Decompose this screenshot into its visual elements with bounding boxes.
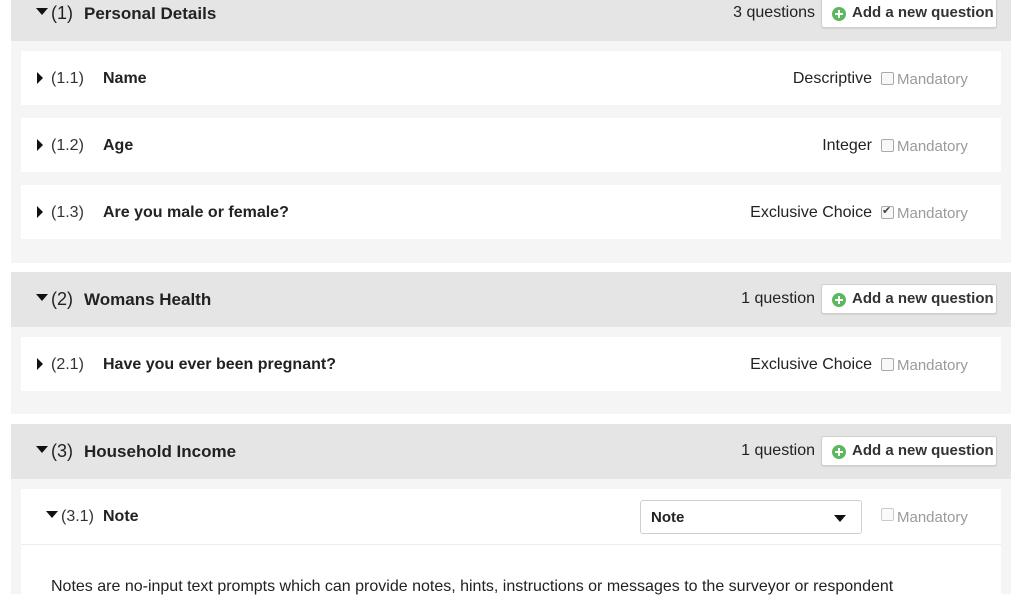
expand-caret-icon[interactable] (37, 206, 43, 218)
section-title: Household Income (84, 442, 237, 461)
question-row[interactable]: (1.2) Age Integer Mandatory (21, 118, 1001, 172)
mandatory-label: Mandatory (897, 138, 968, 155)
question-count: 1 question (741, 290, 815, 307)
question-row[interactable]: (1.1) Name Descriptive Mandatory (21, 51, 1001, 105)
question-type-selected: Note (651, 509, 685, 526)
question-count: 3 questions (733, 4, 815, 21)
mandatory-label: Mandatory (897, 357, 968, 374)
question-type: Exclusive Choice (750, 356, 872, 373)
question-title: Age (103, 137, 134, 154)
question-number: (3.1) (61, 508, 94, 525)
question-title: Are you male or female? (103, 204, 289, 221)
question-number: (1.2) (51, 137, 84, 154)
add-question-label: Add a new question (852, 4, 994, 21)
section-title: Womans Health (84, 290, 212, 309)
mandatory-label: Mandatory (897, 509, 968, 526)
collapse-caret-icon[interactable] (36, 446, 48, 453)
question-number: (1.1) (51, 70, 84, 87)
chevron-down-icon (834, 515, 846, 522)
section-header[interactable]: (1) Personal Details 3 questions Add a n… (11, 0, 1011, 41)
section-household-income: (3) Household Income 1 question Add a ne… (11, 424, 1011, 595)
mandatory-label: Mandatory (897, 71, 968, 88)
mandatory-checkbox[interactable] (881, 139, 894, 152)
question-number: (1.3) (51, 204, 84, 221)
section-header[interactable]: (3) Household Income 1 question Add a ne… (11, 424, 1011, 479)
question-title: Name (103, 70, 147, 87)
plus-circle-icon (832, 7, 846, 21)
add-question-label: Add a new question (852, 290, 994, 307)
plus-circle-icon (832, 445, 846, 459)
question-title: Note (103, 508, 139, 525)
section-womans-health: (2) Womans Health 1 question Add a new q… (11, 272, 1011, 414)
expand-caret-icon[interactable] (37, 358, 43, 370)
expand-caret-icon[interactable] (37, 139, 43, 151)
note-description: Notes are no-input text prompts which ca… (51, 578, 894, 595)
question-row[interactable]: (1.3) Are you male or female? Exclusive … (21, 185, 1001, 239)
question-number: (2.1) (51, 356, 84, 373)
collapse-caret-icon[interactable] (36, 8, 48, 15)
mandatory-checkbox[interactable] (881, 204, 894, 219)
mandatory-checkbox[interactable] (881, 508, 894, 521)
add-question-button[interactable]: Add a new question (821, 0, 997, 28)
mandatory-checkbox[interactable] (881, 358, 894, 371)
section-title: Personal Details (84, 4, 217, 23)
question-type: Integer (822, 137, 872, 154)
section-number: (2) (51, 289, 73, 309)
section-header[interactable]: (2) Womans Health 1 question Add a new q… (11, 272, 1011, 327)
question-type: Descriptive (792, 70, 872, 87)
question-count: 1 question (741, 442, 815, 459)
question-type-select[interactable]: Note (640, 500, 862, 534)
divider (21, 544, 1001, 545)
question-row[interactable]: (2.1) Have you ever been pregnant? Exclu… (21, 337, 1001, 391)
section-number: (1) (51, 3, 73, 23)
mandatory-checkbox[interactable] (881, 72, 894, 85)
question-type: Exclusive Choice (750, 204, 872, 221)
add-question-button[interactable]: Add a new question (821, 284, 997, 314)
question-row-expanded[interactable]: (3.1) Note Note Mandatory Notes are no-i… (21, 489, 1001, 595)
mandatory-label: Mandatory (897, 205, 968, 222)
add-question-button[interactable]: Add a new question (821, 436, 997, 466)
question-title: Have you ever been pregnant? (103, 356, 336, 373)
section-personal-details: (1) Personal Details 3 questions Add a n… (11, 0, 1011, 263)
add-question-label: Add a new question (852, 442, 994, 459)
collapse-caret-icon[interactable] (36, 294, 48, 301)
section-number: (3) (51, 441, 73, 461)
collapse-caret-icon[interactable] (46, 511, 58, 518)
plus-circle-icon (832, 293, 846, 307)
expand-caret-icon[interactable] (37, 72, 43, 84)
